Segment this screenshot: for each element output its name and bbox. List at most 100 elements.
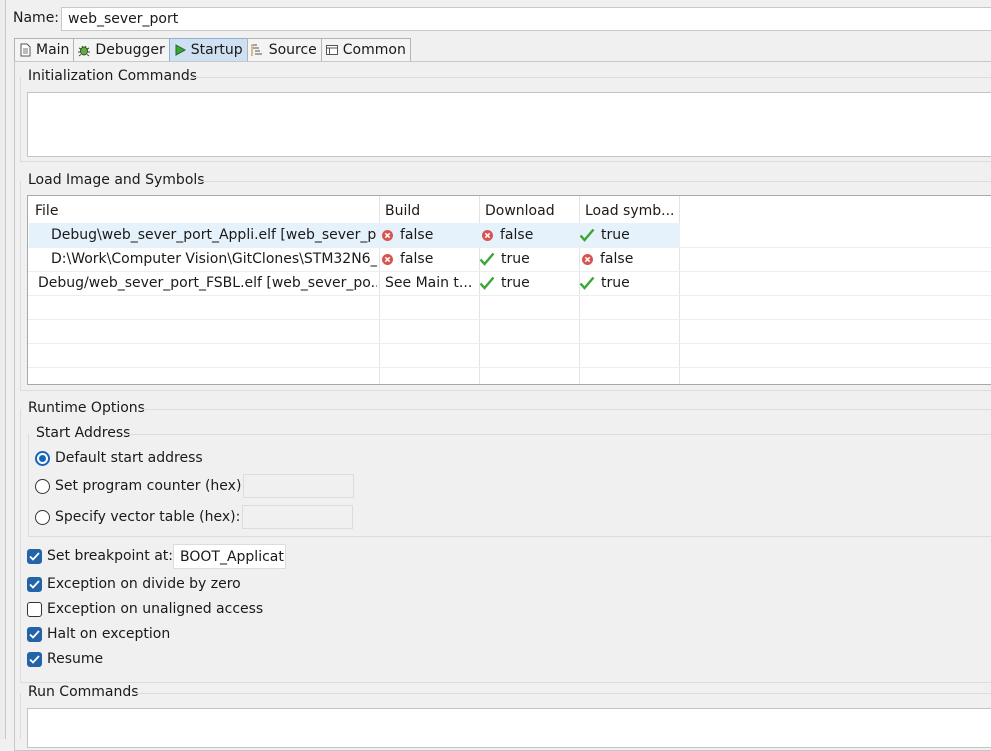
tab-startup[interactable]: Startup	[168, 38, 248, 61]
radio-button[interactable]	[35, 478, 50, 494]
window-icon	[325, 45, 338, 55]
group-border	[20, 693, 21, 739]
build-value: false	[400, 251, 434, 267]
radio-label: Default start address	[55, 450, 203, 466]
checkmark-icon	[29, 551, 40, 561]
tab-label: Main	[36, 42, 70, 58]
checkmark-icon	[29, 629, 40, 639]
group-border	[136, 693, 991, 694]
tab-main[interactable]: Main	[14, 38, 75, 61]
table-row-file[interactable]: D:\Work\Computer Vision\GitClones\STM32N…	[51, 247, 377, 271]
play-icon	[175, 44, 186, 56]
check-icon	[479, 252, 495, 266]
radio-button[interactable]	[35, 450, 50, 466]
table-row-build[interactable]: See Main t...	[385, 271, 477, 295]
start-address-title: Start Address	[36, 425, 131, 441]
table-row-symbols[interactable]: true	[579, 271, 677, 295]
radio-label: Specify vector table (hex):	[55, 509, 241, 525]
run-commands-title: Run Commands	[28, 684, 139, 700]
row-separator	[28, 319, 991, 320]
init-commands-title: Initialization Commands	[28, 68, 198, 84]
symbols-value: true	[601, 275, 630, 291]
table-row-symbols[interactable]: false	[581, 247, 677, 271]
tab-label: Startup	[190, 42, 243, 58]
symbols-value: false	[600, 251, 634, 267]
checkbox-label: Resume	[47, 651, 104, 667]
group-border	[20, 682, 991, 683]
group-border	[142, 409, 991, 410]
column-header-load-symbols[interactable]: Load symb...	[585, 199, 675, 223]
group-border	[20, 161, 991, 162]
checkbox[interactable]	[27, 548, 42, 564]
bug-icon	[78, 45, 91, 57]
radio-button[interactable]	[35, 509, 50, 525]
group-border	[199, 181, 991, 182]
window-left-edge	[0, 0, 6, 739]
source-icon	[251, 44, 262, 56]
set-program-counter-radio[interactable]: Set program counter (hex):	[35, 476, 246, 496]
symbols-value: true	[601, 227, 630, 243]
group-border	[128, 434, 991, 435]
resume-checkbox[interactable]: Resume	[27, 649, 103, 669]
set-breakpoint-checkbox[interactable]: Set breakpoint at:	[27, 546, 173, 566]
vector-table-input[interactable]	[242, 505, 353, 529]
error-icon	[582, 253, 593, 265]
download-value: false	[500, 227, 534, 243]
table-row-download[interactable]: false	[481, 223, 577, 247]
checkbox[interactable]	[27, 626, 42, 642]
group-border	[28, 434, 29, 536]
run-commands-textarea[interactable]	[27, 708, 991, 748]
default-start-address-radio[interactable]: Default start address	[35, 448, 203, 468]
table-row-build[interactable]: false	[381, 247, 477, 271]
load-image-table: File Build Download Load symb... Debug\w…	[27, 195, 991, 385]
build-value: false	[400, 227, 434, 243]
download-value: true	[501, 251, 530, 267]
checkbox[interactable]	[27, 576, 42, 592]
checkmark-icon	[29, 654, 40, 664]
group-border	[20, 409, 21, 682]
download-value: true	[501, 275, 530, 291]
error-icon	[382, 253, 393, 265]
tab-debugger[interactable]: Debugger	[73, 38, 170, 61]
tab-source[interactable]: Source	[246, 38, 322, 61]
table-row-download[interactable]: true	[479, 247, 577, 271]
error-icon	[482, 229, 493, 241]
name-input[interactable]	[61, 7, 991, 31]
column-header-build[interactable]: Build	[385, 199, 420, 223]
specify-vector-table-radio[interactable]: Specify vector table (hex):	[35, 507, 240, 527]
tab-bar: Main Debugger Startup Source Common	[14, 38, 411, 61]
group-border	[20, 77, 21, 161]
tab-common[interactable]: Common	[320, 38, 411, 61]
table-row-file[interactable]: Debug/web_sever_port_FSBL.elf [web_sever…	[34, 271, 377, 295]
group-border	[28, 536, 991, 537]
table-row-download[interactable]: true	[479, 271, 577, 295]
program-counter-input[interactable]	[243, 474, 354, 498]
checkbox[interactable]	[27, 601, 42, 617]
name-row: Name:	[13, 7, 991, 31]
load-image-title: Load Image and Symbols	[28, 172, 205, 188]
table-row-file[interactable]: Debug\web_sever_port_Appli.elf [web_seve…	[51, 223, 377, 247]
row-separator	[28, 367, 991, 368]
name-label: Name:	[13, 10, 60, 26]
checkbox[interactable]	[27, 651, 42, 667]
runtime-options-title: Runtime Options	[28, 400, 145, 416]
unaligned-access-checkbox[interactable]: Exception on unaligned access	[27, 599, 263, 619]
table-row-build[interactable]: false	[381, 223, 477, 247]
startup-panel	[14, 61, 991, 751]
checkbox-label: Exception on divide by zero	[47, 576, 241, 592]
column-header-file[interactable]: File	[35, 199, 58, 223]
divide-by-zero-checkbox[interactable]: Exception on divide by zero	[27, 574, 241, 594]
breakpoint-input[interactable]: BOOT_Applicati	[173, 544, 286, 569]
column-header-download[interactable]: Download	[485, 199, 555, 223]
init-commands-textarea[interactable]	[27, 92, 991, 157]
checkbox-label: Halt on exception	[47, 626, 171, 642]
table-row-symbols[interactable]: true	[579, 223, 677, 247]
halt-on-exception-checkbox[interactable]: Halt on exception	[27, 624, 170, 644]
group-border	[20, 390, 991, 391]
check-icon	[579, 228, 595, 242]
tab-label: Source	[268, 42, 317, 58]
row-separator	[28, 295, 991, 296]
checkbox-label: Exception on unaligned access	[47, 601, 264, 617]
group-border	[191, 77, 991, 78]
check-icon	[479, 276, 495, 290]
